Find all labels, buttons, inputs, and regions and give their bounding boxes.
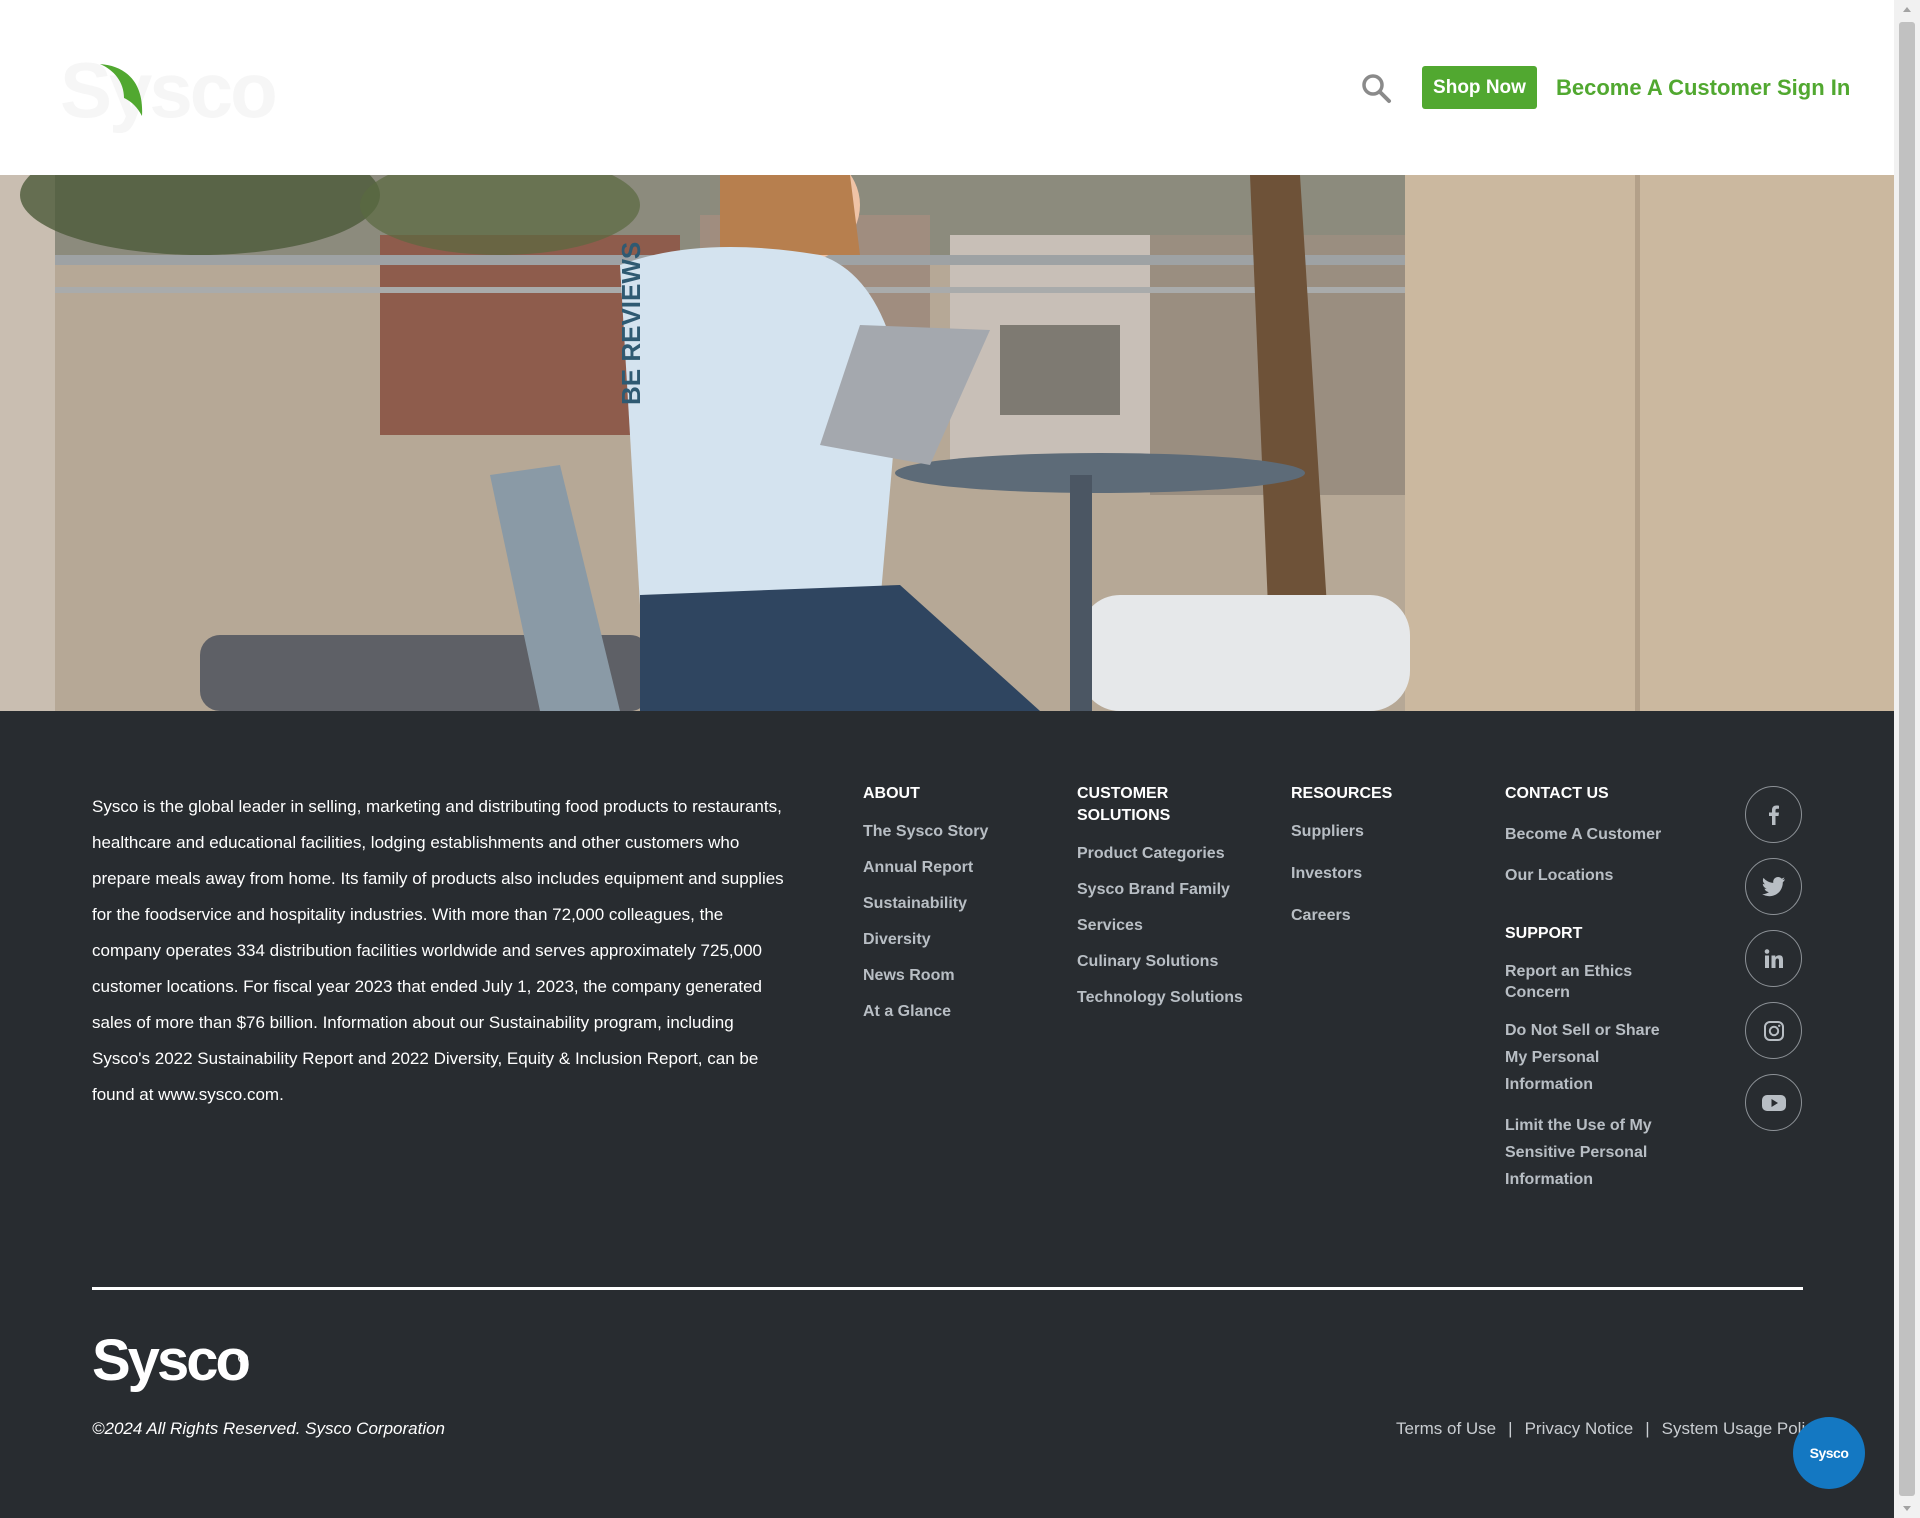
- support-links: Report an Ethics Concern Do Not Sell or …: [1505, 961, 1675, 1193]
- contact-heading: CONTACT US: [1505, 785, 1609, 802]
- search-icon: [1362, 74, 1391, 103]
- sign-in-link[interactable]: Sign In: [1777, 72, 1850, 104]
- scrollbar-thumb[interactable]: [1899, 22, 1915, 1496]
- linkedin-button[interactable]: [1745, 930, 1802, 987]
- footer-link-sustainability[interactable]: Sustainability: [863, 893, 1043, 915]
- site-footer: Sysco is the global leader in selling, m…: [0, 711, 1894, 1518]
- facebook-button[interactable]: [1745, 786, 1802, 843]
- youtube-button[interactable]: [1745, 1074, 1802, 1131]
- legal-separator: |: [1645, 1419, 1650, 1438]
- chat-launcher-button[interactable]: Sysco: [1793, 1417, 1865, 1489]
- page-scrollbar[interactable]: [1894, 0, 1920, 1518]
- resources-column: RESOURCES Suppliers Investors Careers: [1291, 783, 1451, 941]
- footer-divider: [92, 1287, 1803, 1290]
- about-heading: ABOUT: [863, 785, 920, 802]
- footer-link-culinary-solutions[interactable]: Culinary Solutions: [1077, 951, 1257, 973]
- copyright-text: ©2024 All Rights Reserved. Sysco Corpora…: [92, 1419, 446, 1438]
- footer-link-annual-report[interactable]: Annual Report: [863, 857, 1043, 879]
- logo-wordmark: Sysco: [60, 46, 278, 134]
- instagram-button[interactable]: [1745, 1002, 1802, 1059]
- terms-of-use-link[interactable]: Terms of Use: [1396, 1418, 1496, 1440]
- footer-link-news-room[interactable]: News Room: [863, 965, 1043, 987]
- linkedin-icon: [1764, 948, 1783, 968]
- resources-heading: RESOURCES: [1291, 785, 1393, 802]
- footer-link-investors[interactable]: Investors: [1291, 863, 1451, 885]
- scroll-up-arrow[interactable]: [1894, 0, 1920, 20]
- privacy-notice-link[interactable]: Privacy Notice: [1525, 1418, 1634, 1440]
- footer-link-limit-use[interactable]: Limit the Use of My Sensitive Personal I…: [1505, 1112, 1675, 1193]
- twitter-button[interactable]: [1745, 858, 1802, 915]
- site-header: Sysco Shop Now Become A Customer Sign In: [0, 0, 1894, 175]
- footer-link-technology-solutions[interactable]: Technology Solutions: [1077, 987, 1257, 1009]
- sleeve-text: BE REVIEWS: [616, 242, 646, 405]
- scroll-down-arrow[interactable]: [1894, 1498, 1920, 1518]
- footer-link-at-a-glance[interactable]: At a Glance: [863, 1001, 1043, 1023]
- support-heading: SUPPORT: [1505, 925, 1583, 942]
- footer-link-suppliers[interactable]: Suppliers: [1291, 821, 1451, 843]
- footer-link-sysco-story[interactable]: The Sysco Story: [863, 821, 1043, 843]
- hero-image: BE REVIEWS: [0, 175, 1894, 711]
- social-links: [1745, 786, 1802, 1146]
- shop-now-button[interactable]: Shop Now: [1422, 66, 1537, 109]
- become-customer-link[interactable]: Become A Customer: [1556, 72, 1771, 104]
- facebook-icon: [1768, 805, 1779, 825]
- chevron-down-icon: [1903, 1506, 1911, 1511]
- contact-column: CONTACT US Become A Customer Our Locatio…: [1505, 783, 1675, 1207]
- sysco-logo[interactable]: Sysco: [60, 50, 300, 130]
- company-description: Sysco is the global leader in selling, m…: [92, 797, 784, 1104]
- footer-link-services[interactable]: Services: [1077, 915, 1257, 937]
- footer-logo-wordmark: Sysco: [92, 1328, 249, 1393]
- legal-links: Terms of Use | Privacy Notice | System U…: [1396, 1418, 1822, 1440]
- about-column: ABOUT The Sysco Story Annual Report Sust…: [863, 783, 1043, 1037]
- youtube-icon: [1761, 1094, 1786, 1111]
- footer-link-become-customer[interactable]: Become A Customer: [1505, 821, 1675, 848]
- footer-link-our-locations[interactable]: Our Locations: [1505, 862, 1675, 889]
- customer-solutions-column: CUSTOMER SOLUTIONS Product Categories Sy…: [1077, 783, 1257, 1023]
- footer-link-brand-family[interactable]: Sysco Brand Family: [1077, 879, 1257, 901]
- instagram-icon: [1763, 1020, 1784, 1041]
- footer-link-ethics-concern[interactable]: Report an Ethics Concern: [1505, 961, 1675, 1003]
- footer-link-careers[interactable]: Careers: [1291, 905, 1451, 927]
- legal-separator: |: [1508, 1419, 1513, 1438]
- twitter-icon: [1761, 876, 1785, 896]
- footer-link-product-categories[interactable]: Product Categories: [1077, 843, 1257, 865]
- customer-solutions-heading: CUSTOMER SOLUTIONS: [1077, 785, 1171, 824]
- footer-sysco-logo[interactable]: Sysco: [92, 1328, 252, 1398]
- chevron-up-icon: [1903, 7, 1911, 12]
- leaf-icon: [100, 64, 143, 116]
- search-button[interactable]: [1360, 72, 1392, 104]
- footer-link-do-not-sell[interactable]: Do Not Sell or Share My Personal Informa…: [1505, 1017, 1675, 1098]
- footer-link-diversity[interactable]: Diversity: [863, 929, 1043, 951]
